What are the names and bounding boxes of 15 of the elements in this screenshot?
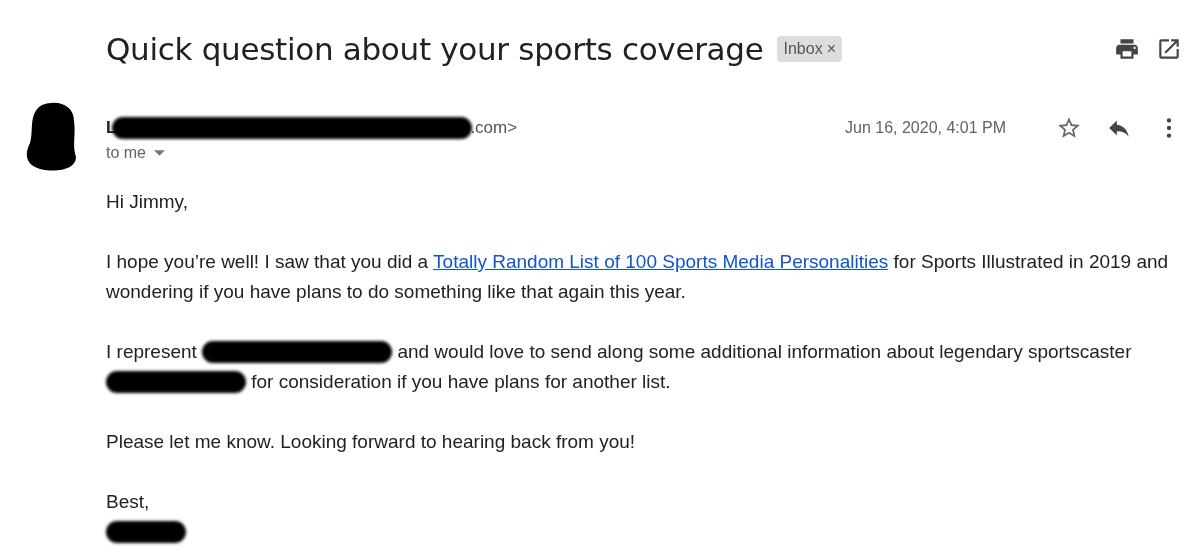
email-date: Jun 16, 2020, 4:01 PM bbox=[845, 117, 1006, 138]
body-text: for consideration if you have plans for another list. bbox=[250, 370, 671, 392]
recipient-text: to me bbox=[106, 142, 146, 163]
body-text: I represent bbox=[106, 340, 198, 362]
body-text: and would love to send along some additional information about legendary sportscaster bbox=[396, 340, 1132, 362]
article-link[interactable]: Totally Random List of 100 Sports Media Personalities bbox=[433, 250, 889, 272]
body-paragraph: Hi Jimmy, bbox=[106, 189, 189, 214]
dropdown-caret-icon[interactable] bbox=[154, 149, 165, 156]
email-subject: Quick question about your sports coverage bbox=[106, 30, 764, 69]
body-paragraph: Please let me know. Looking forward to hearing back from you! bbox=[106, 429, 637, 454]
body-paragraph: I hope you’re well! I saw that you did a Totally Random List of 100 Sports Media Personalities for Sports Illustrated in 2019 and wondering if you have plans to do something like that again this year. bbox=[106, 249, 1170, 304]
remove-label-button[interactable]: × bbox=[826, 37, 836, 62]
sender-address: .com> bbox=[470, 116, 518, 139]
label-text: Inbox bbox=[783, 39, 823, 60]
body-text: Best, bbox=[106, 490, 150, 512]
